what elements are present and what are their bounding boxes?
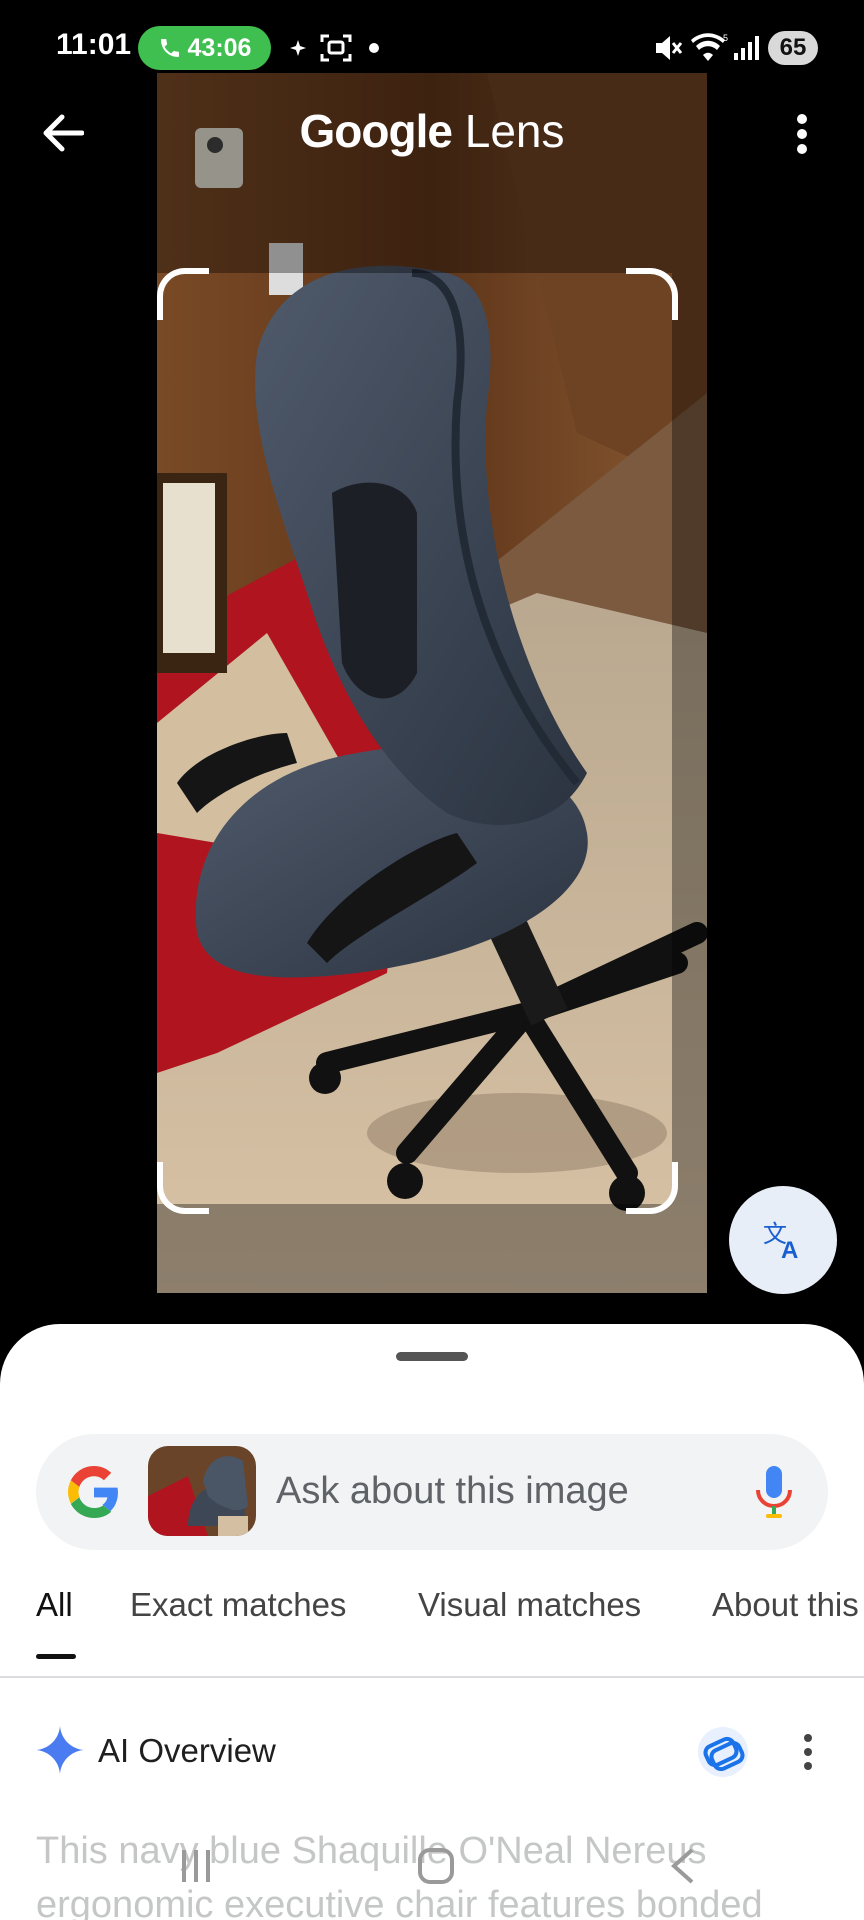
title-product: Lens — [464, 105, 565, 157]
crop-handle-top-right[interactable] — [626, 268, 678, 320]
sheet-drag-handle[interactable] — [396, 1352, 468, 1361]
svg-text:5: 5 — [723, 33, 728, 43]
ai-overview-title: AI Overview — [98, 1732, 276, 1769]
back-nav-button[interactable] — [664, 1846, 704, 1886]
crop-dim-top — [157, 73, 707, 273]
dot-icon — [369, 43, 379, 53]
sparkle-icon — [290, 40, 306, 56]
results-tabs: All Exact matches Visual matches About t… — [0, 1586, 864, 1676]
tab-visual-matches[interactable]: Visual matches — [418, 1586, 641, 1624]
mic-icon[interactable] — [750, 1464, 798, 1520]
ai-labs-icon[interactable] — [697, 1726, 749, 1778]
crop-dim-right — [672, 273, 707, 1204]
tab-exact-matches[interactable]: Exact matches — [130, 1586, 346, 1624]
mute-icon — [656, 36, 683, 60]
more-options-button[interactable] — [778, 104, 826, 164]
app-title: Google Lens — [0, 104, 864, 158]
ai-overview-more-icon[interactable] — [798, 1732, 818, 1772]
phone-icon — [160, 39, 179, 57]
call-timer: 43:06 — [187, 33, 252, 62]
recent-apps-button[interactable] — [176, 1846, 216, 1886]
ai-overview-header: AI Overview — [0, 1712, 864, 1792]
tab-all[interactable]: All — [36, 1586, 73, 1624]
tab-about-this[interactable]: About this — [712, 1586, 859, 1624]
svg-text:A: A — [781, 1237, 798, 1262]
image-thumbnail[interactable] — [148, 1446, 256, 1536]
search-bar[interactable]: Ask about this image — [36, 1434, 828, 1550]
translate-icon: 文 A — [763, 1220, 798, 1262]
signal-icon — [734, 36, 759, 60]
google-g-logo — [68, 1466, 118, 1518]
wifi-icon: 5 — [691, 33, 728, 61]
crop-handle-bottom-left[interactable] — [157, 1162, 209, 1214]
crop-dim-bottom — [157, 1204, 707, 1293]
status-time: 11:01 — [56, 28, 132, 61]
battery-indicator: 65 — [768, 31, 818, 65]
screenshot-icon — [320, 34, 352, 62]
active-tab-indicator — [36, 1654, 76, 1659]
call-timer-pill[interactable]: 43:06 — [138, 26, 271, 70]
more-vert-icon — [797, 114, 807, 154]
tabs-divider — [0, 1676, 864, 1678]
search-input[interactable]: Ask about this image — [276, 1470, 629, 1513]
title-brand: Google — [299, 105, 453, 157]
home-button[interactable] — [416, 1846, 456, 1886]
system-nav-bar — [0, 1812, 864, 1920]
translate-button[interactable]: 文 A — [729, 1186, 837, 1294]
crop-handle-top-left[interactable] — [157, 268, 209, 320]
gemini-spark-icon — [36, 1726, 84, 1774]
